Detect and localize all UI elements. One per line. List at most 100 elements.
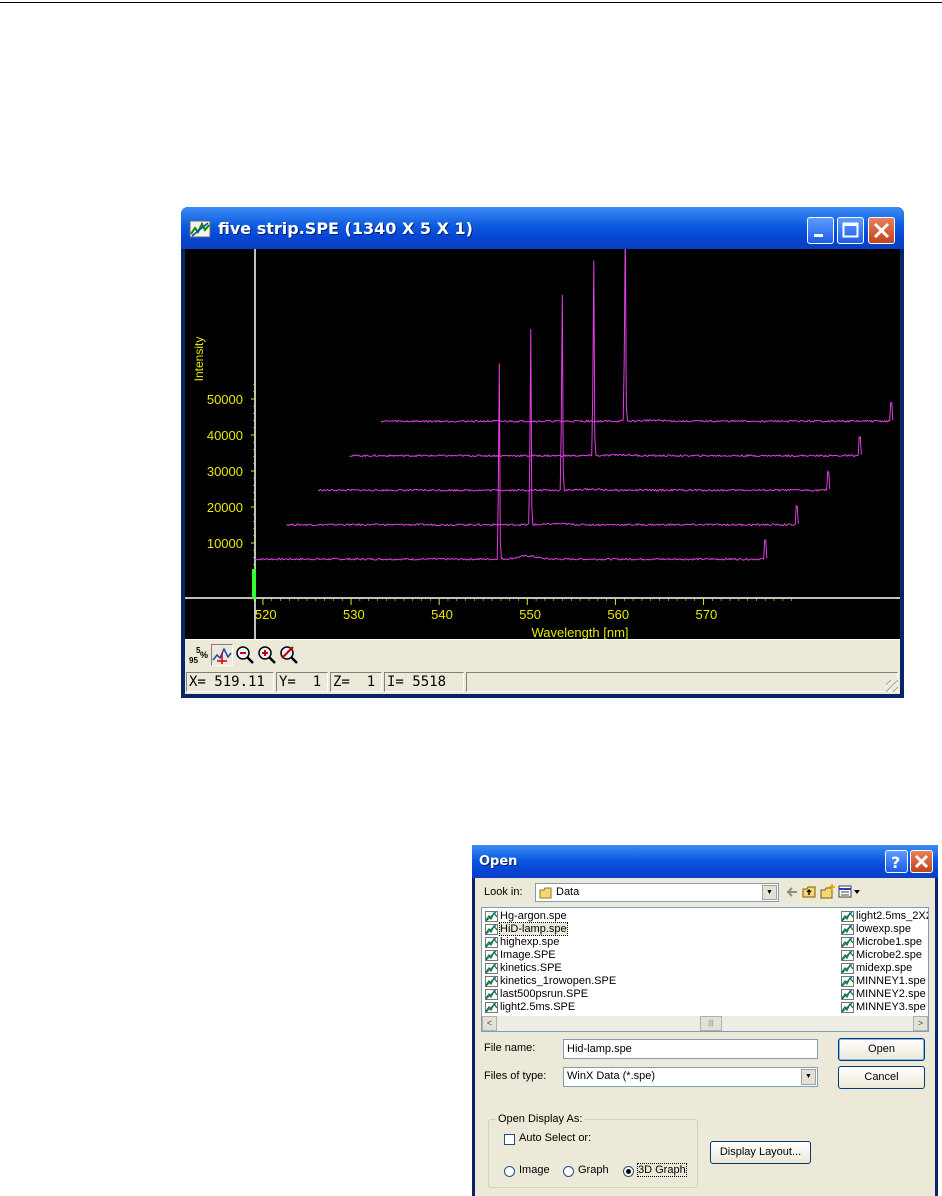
radio-graph[interactable] bbox=[563, 1166, 574, 1177]
files-of-type-combo[interactable]: WinX Data (*.spe) ▼ bbox=[563, 1067, 818, 1087]
file-list-item[interactable]: light2.5ms.SPE bbox=[483, 1001, 616, 1014]
file-list-hscrollbar[interactable]: < ||| > bbox=[482, 1016, 928, 1031]
maximize-icon bbox=[842, 222, 859, 238]
graph-window-titlebar[interactable]: five strip.SPE (1340 X 5 X 1) bbox=[181, 207, 904, 249]
spectrum-file-icon bbox=[485, 976, 498, 987]
file-name-text: Hg-argon.spe bbox=[500, 910, 567, 922]
zoom-in-tool[interactable] bbox=[256, 644, 278, 666]
radio-graph-label: Graph bbox=[578, 1164, 609, 1176]
help-icon: ? bbox=[891, 853, 900, 872]
x-tick-label: 520 bbox=[255, 607, 277, 622]
file-list-item[interactable]: Image.SPE bbox=[483, 949, 616, 962]
graph-window-title: five strip.SPE (1340 X 5 X 1) bbox=[218, 219, 473, 238]
minimize-button[interactable] bbox=[807, 217, 834, 244]
file-list-item[interactable]: kinetics_1rowopen.SPE bbox=[483, 975, 616, 988]
spectrum-chart[interactable]: 10000 20000 30000 40000 50000Intensity 520 530… bbox=[185, 249, 900, 639]
svg-text:%: % bbox=[200, 650, 208, 660]
zoom-reset-tool[interactable] bbox=[278, 644, 300, 666]
spectrum-series-1 bbox=[254, 363, 768, 561]
file-name-text: light2.5ms_2X2 bbox=[856, 910, 929, 922]
chevron-down-icon[interactable]: ▼ bbox=[801, 1069, 816, 1085]
file-list-item[interactable]: Microbe1.spe bbox=[839, 936, 928, 949]
view-menu-icon[interactable] bbox=[838, 884, 862, 899]
file-list-item[interactable]: kinetics.SPE bbox=[483, 962, 616, 975]
scroll-right-icon[interactable]: > bbox=[913, 1016, 928, 1031]
spectrum-file-icon bbox=[485, 937, 498, 948]
spectrum-file-icon bbox=[485, 924, 498, 935]
help-button[interactable]: ? bbox=[885, 850, 908, 873]
y-tick-label: 50000 bbox=[207, 392, 243, 407]
close-button[interactable] bbox=[868, 217, 895, 244]
look-in-label: Look in: bbox=[484, 886, 523, 898]
y-tick-label: 20000 bbox=[207, 500, 243, 515]
status-x: X= 519.11 bbox=[186, 672, 274, 692]
x-tick-label: 530 bbox=[343, 607, 365, 622]
spectrum-series-4 bbox=[349, 260, 862, 458]
file-list-item[interactable]: Microbe2.spe bbox=[839, 949, 928, 962]
file-name-text: kinetics_1rowopen.SPE bbox=[500, 975, 617, 987]
look-in-combo[interactable]: Data ▼ bbox=[535, 883, 779, 902]
file-list-column-2: light2.5ms_2X2 lowexp.spe Microbe1.spe Micr… bbox=[839, 910, 929, 1014]
chevron-down-icon[interactable]: ▼ bbox=[762, 885, 777, 900]
status-intensity: I= 5518 bbox=[384, 672, 464, 692]
zoom-out-tool[interactable] bbox=[234, 644, 256, 666]
maximize-button[interactable] bbox=[837, 217, 864, 244]
radio-3d-graph[interactable] bbox=[623, 1166, 634, 1177]
spectrum-series-2 bbox=[286, 329, 799, 527]
up-folder-icon[interactable] bbox=[802, 884, 817, 899]
look-in-value: Data bbox=[556, 886, 580, 898]
graph-toolbar: 5 95 % bbox=[185, 639, 900, 670]
back-icon[interactable] bbox=[785, 885, 799, 899]
auto-select-checkbox[interactable] bbox=[504, 1134, 515, 1145]
file-name-text: Microbe1.spe bbox=[856, 936, 923, 948]
file-list[interactable]: Hg-argon.spe HiD-lamp.spe highexp.spe Image… bbox=[481, 907, 929, 1032]
open-dialog-title: Open bbox=[479, 854, 518, 869]
file-list-item[interactable]: light2.5ms_2X2 bbox=[839, 910, 929, 923]
cancel-button[interactable]: Cancel bbox=[838, 1066, 925, 1089]
file-list-item[interactable]: midexp.spe bbox=[839, 962, 928, 975]
file-list-item[interactable]: MINNEY3.spe bbox=[839, 1001, 928, 1014]
radio-image[interactable] bbox=[504, 1166, 515, 1177]
page-top-rule bbox=[0, 2, 942, 3]
y-axis-label: Intensity bbox=[192, 337, 206, 382]
open-button[interactable]: Open bbox=[838, 1038, 925, 1061]
peak-tool[interactable] bbox=[211, 644, 233, 666]
zoom-out-icon bbox=[236, 646, 254, 664]
spectrum-file-icon bbox=[841, 950, 854, 961]
file-list-column-1: Hg-argon.spe HiD-lamp.spe highexp.spe Image… bbox=[483, 910, 616, 1014]
file-name-text: kinetics.SPE bbox=[500, 962, 562, 974]
open-display-as-group: Open Display As: Auto Select or: Image G… bbox=[488, 1113, 698, 1188]
scroll-left-icon[interactable]: < bbox=[482, 1016, 497, 1031]
x-tick-label: 540 bbox=[431, 607, 453, 622]
file-list-item[interactable]: MINNEY2.spe bbox=[839, 988, 928, 1001]
file-list-item[interactable]: MINNEY1.spe bbox=[839, 975, 928, 988]
resize-grip[interactable] bbox=[886, 680, 898, 692]
file-list-item[interactable]: HiD-lamp.spe bbox=[483, 922, 616, 936]
dialog-close-button[interactable] bbox=[910, 850, 933, 873]
file-name-input[interactable]: Hid-lamp.spe bbox=[563, 1039, 818, 1059]
files-of-type-value: WinX Data (*.spe) bbox=[567, 1070, 656, 1082]
open-dialog-titlebar[interactable]: Open ? bbox=[472, 845, 938, 878]
percent-icon: 5 95 % bbox=[189, 646, 208, 665]
plot-area[interactable]: 10000 20000 30000 40000 50000 Intensity 520 530… bbox=[185, 249, 900, 639]
file-name-text: Image.SPE bbox=[500, 949, 556, 961]
x-tick-label: 550 bbox=[519, 607, 541, 622]
scroll-thumb[interactable]: ||| bbox=[700, 1016, 722, 1031]
display-layout-button[interactable]: Display Layout... bbox=[710, 1141, 811, 1164]
new-folder-icon[interactable] bbox=[820, 884, 835, 899]
radio-3d-graph-label: 3D Graph bbox=[637, 1163, 687, 1177]
file-list-item[interactable]: Hg-argon.spe bbox=[483, 910, 616, 923]
file-list-item[interactable]: lowexp.spe bbox=[839, 923, 928, 936]
svg-text:?: ? bbox=[891, 853, 900, 872]
y-tick-label: 30000 bbox=[207, 464, 243, 479]
file-list-item[interactable]: last500psrun.SPE bbox=[483, 988, 616, 1001]
file-name-text: midexp.spe bbox=[856, 962, 913, 974]
spectrum-file-icon bbox=[841, 1002, 854, 1013]
y-tick-label: 10000 bbox=[207, 536, 243, 551]
files-of-type-label: Files of type: bbox=[484, 1070, 547, 1082]
file-name-text: MINNEY1.spe bbox=[856, 975, 926, 987]
percent-scale-tool[interactable]: 5 95 % bbox=[188, 644, 210, 666]
file-list-item[interactable]: highexp.spe bbox=[483, 936, 616, 949]
graph-window-client: 10000 20000 30000 40000 50000 Intensity 520 530… bbox=[185, 249, 900, 694]
spectrum-file-icon bbox=[841, 937, 854, 948]
